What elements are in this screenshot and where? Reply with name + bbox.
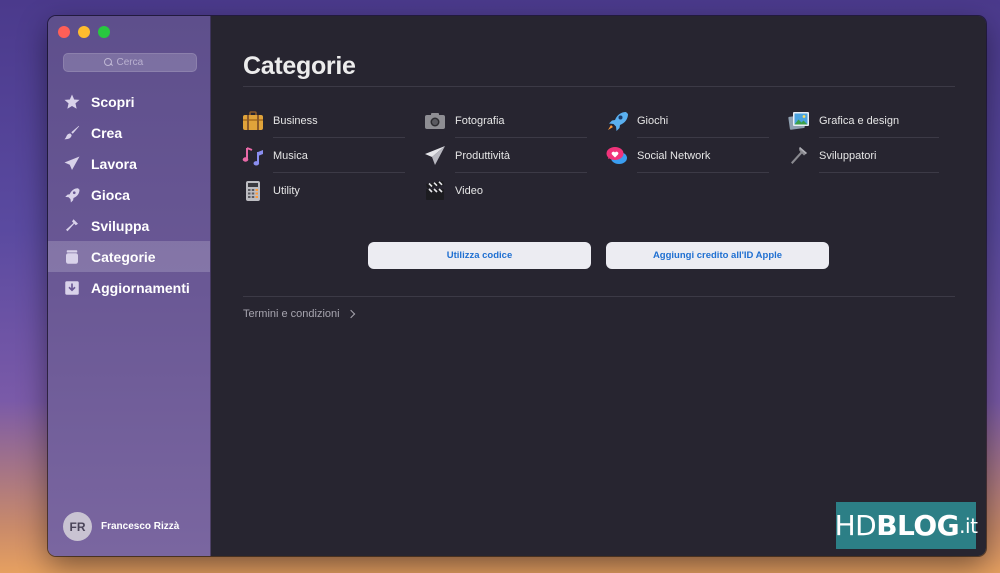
download-icon xyxy=(63,279,81,297)
app-store-window: Scopri Crea Lavora Gioca xyxy=(48,16,986,556)
category-label: Utility xyxy=(273,184,300,197)
chevron-right-icon xyxy=(346,309,355,319)
minimize-window-button[interactable] xyxy=(78,26,90,38)
category-label: Produttività xyxy=(455,149,511,162)
sidebar-item-label: Categorie xyxy=(91,248,156,265)
category-video[interactable]: Video xyxy=(423,173,605,208)
page-title: Categorie xyxy=(243,52,356,80)
category-utility[interactable]: Utility xyxy=(241,173,423,208)
sidebar-item-label: Lavora xyxy=(91,155,137,172)
sidebar-item-label: Sviluppa xyxy=(91,217,150,234)
title-divider xyxy=(243,86,955,87)
category-sviluppatori[interactable]: Sviluppatori xyxy=(787,138,957,173)
sidebar-item-label: Crea xyxy=(91,124,123,141)
category-produttivita[interactable]: Produttività xyxy=(423,138,605,173)
sidebar-nav: Scopri Crea Lavora Gioca Sviluppa Catego… xyxy=(48,86,210,303)
category-giochi[interactable]: Giochi xyxy=(605,103,787,138)
category-label: Fotografia xyxy=(455,114,505,127)
chat-heart-icon xyxy=(605,144,629,168)
camera-icon xyxy=(423,109,447,133)
sidebar-item-crea[interactable]: Crea xyxy=(48,117,210,148)
user-account[interactable]: FR Francesco Rizzà xyxy=(63,512,179,541)
redeem-code-button[interactable]: Utilizza codice xyxy=(368,242,591,269)
footer-divider xyxy=(243,296,955,297)
picture-icon xyxy=(787,109,811,133)
category-label: Musica xyxy=(273,149,308,162)
category-label: Grafica e design xyxy=(819,114,900,127)
category-separator xyxy=(819,172,939,173)
sidebar-item-sviluppa[interactable]: Sviluppa xyxy=(48,210,210,241)
category-fotografia[interactable]: Fotografia xyxy=(423,103,605,138)
briefcase-icon xyxy=(241,109,265,133)
category-separator xyxy=(637,172,769,173)
main-content: Categorie Business Fotografia Giochi Gra… xyxy=(211,16,986,556)
rocket-icon xyxy=(605,109,629,133)
sidebar-item-scopri[interactable]: Scopri xyxy=(48,86,210,117)
close-window-button[interactable] xyxy=(58,26,70,38)
sidebar-item-categorie[interactable]: Categorie xyxy=(48,241,210,272)
category-label: Social Network xyxy=(637,149,711,162)
paper-plane-icon xyxy=(63,155,81,173)
sidebar-item-label: Aggiornamenti xyxy=(91,279,190,296)
terms-label: Termini e condizioni xyxy=(243,308,340,320)
sidebar: Scopri Crea Lavora Gioca xyxy=(48,16,211,556)
hdblog-watermark: HD BLOG .it xyxy=(835,502,978,549)
category-label: Giochi xyxy=(637,114,669,127)
terms-link[interactable]: Termini e condizioni xyxy=(243,308,355,320)
rocket-icon xyxy=(63,186,81,204)
search-icon xyxy=(103,58,113,67)
sidebar-item-lavora[interactable]: Lavora xyxy=(48,148,210,179)
sidebar-item-label: Gioca xyxy=(91,186,130,203)
search-input[interactable] xyxy=(116,57,157,68)
category-social-network[interactable]: Social Network xyxy=(605,138,787,173)
category-business[interactable]: Business xyxy=(241,103,423,138)
category-grid: Business Fotografia Giochi Grafica e des… xyxy=(241,103,957,208)
paper-plane-icon xyxy=(423,144,447,168)
category-label: Sviluppatori xyxy=(819,149,877,162)
sidebar-item-aggiornamenti[interactable]: Aggiornamenti xyxy=(48,272,210,303)
category-grafica-e-design[interactable]: Grafica e design xyxy=(787,103,957,138)
avatar: FR xyxy=(63,512,92,541)
category-musica[interactable]: Musica xyxy=(241,138,423,173)
add-credit-button[interactable]: Aggiungi credito all'ID Apple xyxy=(606,242,829,269)
sidebar-item-label: Scopri xyxy=(91,93,135,110)
clapperboard-icon xyxy=(423,179,447,203)
stack-icon xyxy=(63,248,81,266)
sidebar-item-gioca[interactable]: Gioca xyxy=(48,179,210,210)
music-note-icon xyxy=(241,144,265,168)
category-label: Business xyxy=(273,114,318,127)
hammer-icon xyxy=(787,144,811,168)
calculator-icon xyxy=(241,179,265,203)
maximize-window-button[interactable] xyxy=(98,26,110,38)
user-name: Francesco Rizzà xyxy=(101,521,180,532)
window-controls xyxy=(58,26,110,38)
search-box[interactable] xyxy=(63,53,197,72)
hammer-icon xyxy=(63,217,81,235)
star-icon xyxy=(63,93,81,111)
category-label: Video xyxy=(455,184,483,197)
brush-icon xyxy=(63,124,81,142)
